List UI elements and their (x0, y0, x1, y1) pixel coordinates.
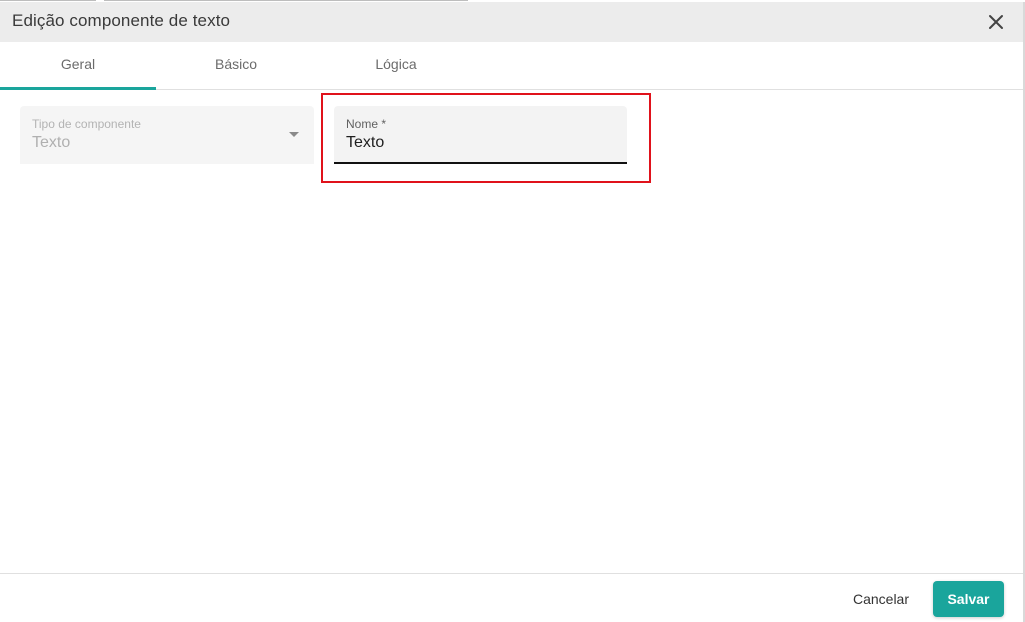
close-button[interactable] (985, 11, 1007, 33)
dialog-footer: Cancelar Salvar (0, 573, 1023, 622)
component-type-label: Tipo de componente (32, 117, 141, 131)
cancel-button[interactable]: Cancelar (849, 581, 913, 617)
top-edge-segment (0, 0, 96, 1)
component-type-value: Texto (32, 134, 71, 151)
tab-geral[interactable]: Geral (0, 42, 156, 90)
close-icon (989, 15, 1003, 29)
save-button[interactable]: Salvar (933, 581, 1004, 617)
top-edge-segment (104, 0, 468, 1)
name-field-label: Nome * (346, 117, 387, 131)
name-field[interactable]: Nome * (334, 106, 627, 164)
tab-basico[interactable]: Básico (158, 42, 314, 89)
component-type-select: Tipo de componente Texto (20, 106, 314, 164)
dialog-title: Edição componente de texto (12, 11, 231, 30)
name-input[interactable] (346, 134, 606, 152)
tab-logica[interactable]: Lógica (318, 42, 474, 89)
edit-text-component-dialog: Edição componente de texto Geral Básico … (0, 0, 1025, 622)
dialog-header: Edição componente de texto (0, 2, 1023, 42)
tab-bar: Geral Básico Lógica (0, 42, 1023, 90)
dropdown-arrow-icon (289, 132, 299, 137)
